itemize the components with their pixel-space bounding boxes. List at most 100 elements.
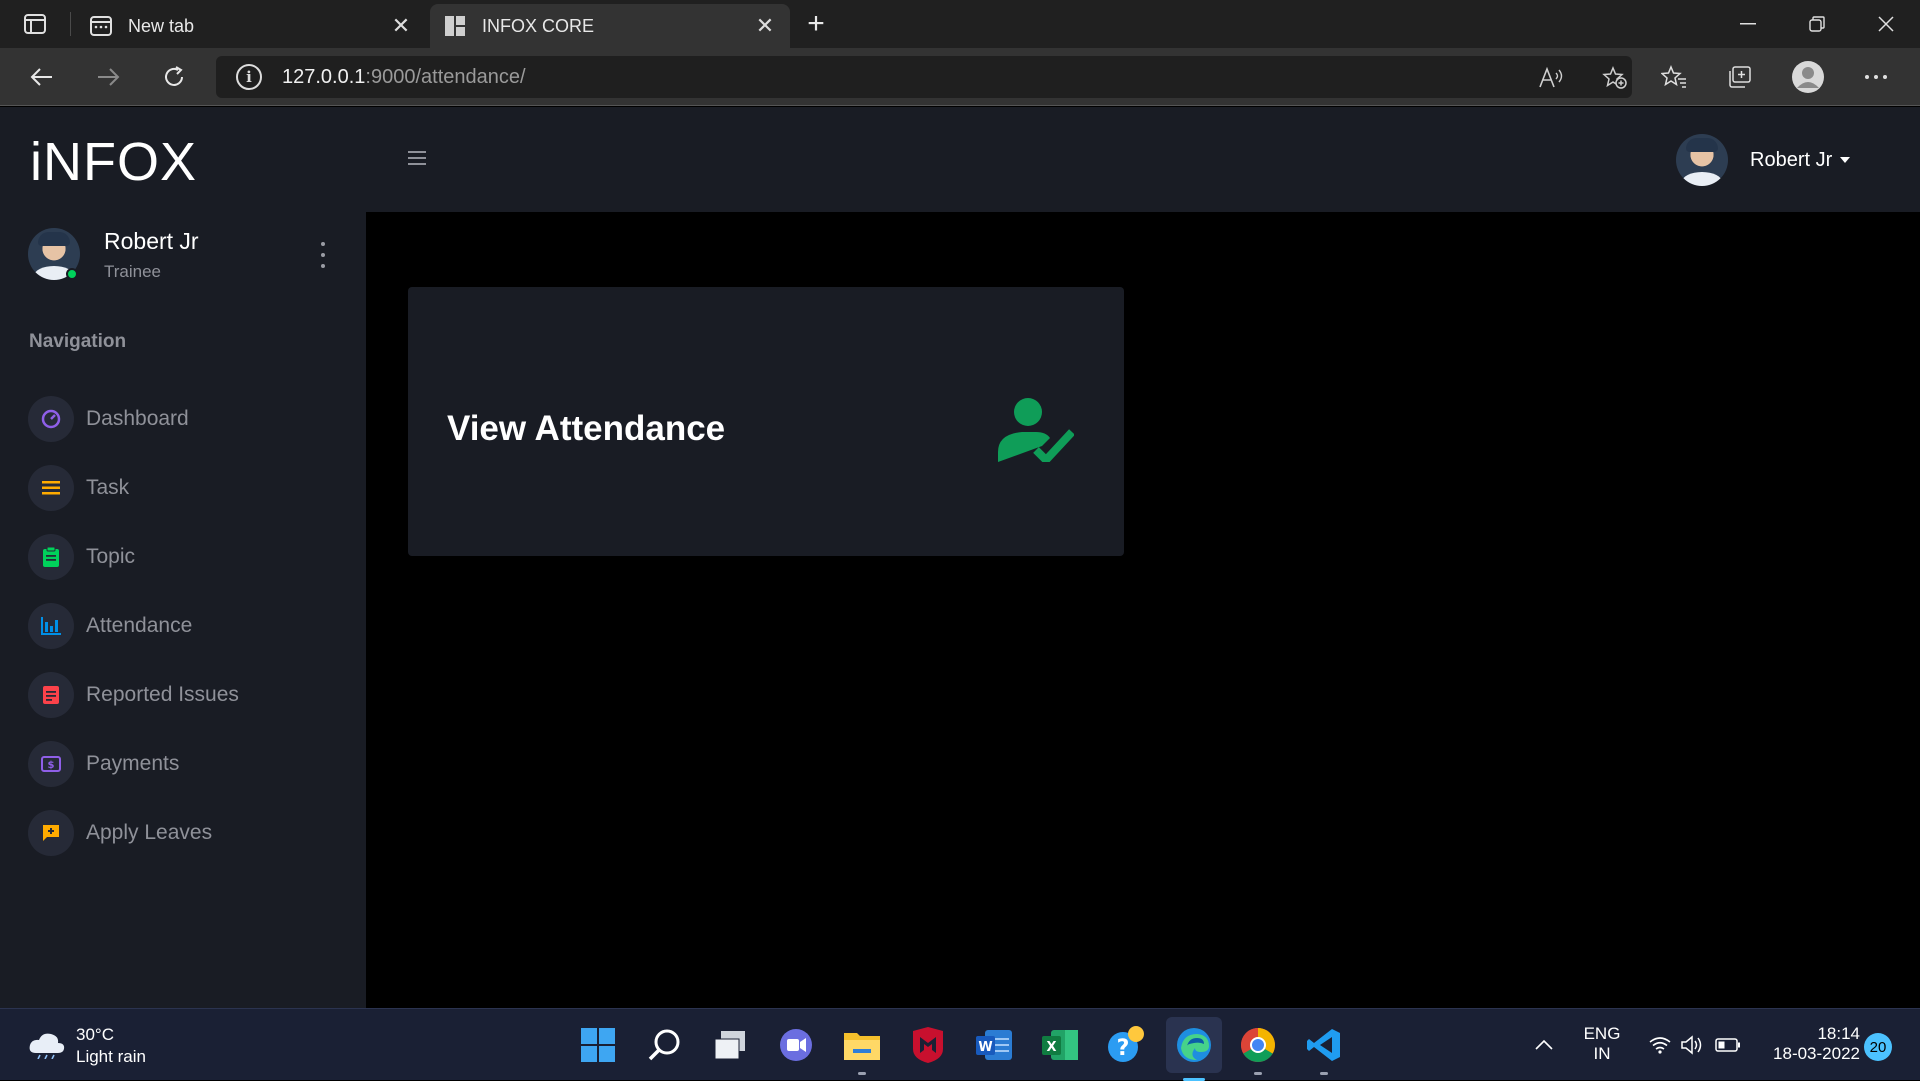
nav-header: Navigation [29, 331, 127, 352]
message-plus-icon [28, 810, 74, 856]
url-path: :9000/attendance/ [365, 65, 526, 88]
site-info-icon[interactable]: i [236, 64, 262, 90]
file-explorer-icon[interactable] [840, 1023, 884, 1075]
word-icon[interactable]: W [972, 1023, 1016, 1067]
browser-toolbar: i 127.0.0.1:9000/attendance/ [0, 48, 1920, 106]
edge-icon[interactable] [1166, 1017, 1222, 1081]
menu-toggle-icon[interactable] [408, 151, 426, 165]
language-indicator[interactable]: ENG IN [1578, 1024, 1626, 1064]
caret-down-icon [1840, 157, 1851, 163]
tab-divider [70, 12, 71, 36]
chevron-up-icon[interactable] [1522, 1023, 1566, 1067]
task-view-icon[interactable] [708, 1023, 752, 1067]
forward-icon[interactable] [90, 59, 126, 95]
more-options-icon[interactable] [1858, 59, 1894, 95]
clock[interactable]: 18:14 18-03-2022 [1756, 1024, 1860, 1064]
battery-icon[interactable] [1706, 1023, 1750, 1067]
online-status-dot [66, 268, 78, 280]
sidebar-item-label: Topic [86, 545, 136, 568]
excel-icon[interactable]: X [1038, 1023, 1082, 1067]
close-tab-icon[interactable]: ✕ [386, 11, 416, 41]
profile-name: Robert Jr [104, 228, 199, 254]
profile-icon[interactable] [1790, 59, 1826, 95]
user-dropdown[interactable]: Robert Jr [1676, 133, 1906, 187]
speedometer-icon [28, 396, 74, 442]
back-icon[interactable] [24, 59, 60, 95]
minimize-icon[interactable] [1728, 6, 1768, 42]
user-check-icon [998, 398, 1075, 466]
weather-temp: 30°C [76, 1025, 114, 1044]
note-icon [28, 672, 74, 718]
sidebar-item-label: Dashboard [86, 407, 189, 430]
card-title: View Attendance [447, 409, 726, 448]
chrome-icon[interactable] [1236, 1023, 1280, 1075]
sidebar-item-payments[interactable]: $ Payments [28, 739, 348, 789]
sidebar-item-label: Attendance [86, 614, 193, 637]
notification-badge[interactable]: 20 [1864, 1033, 1892, 1061]
tab-infox-core[interactable]: INFOX CORE ✕ [430, 4, 790, 48]
vscode-icon[interactable] [1302, 1023, 1346, 1075]
profile-menu-icon[interactable] [318, 242, 328, 268]
start-icon[interactable] [576, 1023, 620, 1067]
search-icon[interactable] [642, 1023, 686, 1067]
sidebar: iNFOX Robert Jr Trainee Navigation Dashb… [0, 107, 366, 1008]
avatar [1676, 134, 1728, 186]
svg-text:W: W [978, 1040, 992, 1055]
weather-desc: Light rain [76, 1047, 146, 1066]
svg-text:X: X [1046, 1040, 1056, 1055]
url-host: 127.0.0.1 [282, 65, 366, 88]
sidebar-item-apply-leaves[interactable]: Apply Leaves [28, 808, 348, 858]
sidebar-item-label: Payments [86, 752, 180, 775]
running-indicator [858, 1072, 866, 1075]
new-tab-button[interactable]: + [800, 7, 832, 40]
address-bar[interactable]: i 127.0.0.1:9000/attendance/ [216, 56, 1632, 98]
clock-date: 18-03-2022 [1773, 1044, 1860, 1063]
svg-text:$: $ [48, 760, 55, 771]
sidebar-item-label: Reported Issues [86, 683, 239, 706]
sidebar-item-label: Task [86, 476, 130, 499]
tab-actions-icon[interactable] [18, 11, 52, 37]
clock-time: 18:14 [1817, 1024, 1860, 1043]
collections-icon[interactable] [1722, 59, 1758, 95]
site-favicon-icon [444, 15, 466, 37]
view-attendance-card[interactable]: View Attendance [408, 287, 1124, 556]
lang-code: ENG [1583, 1024, 1621, 1043]
top-navbar: Robert Jr [366, 107, 1920, 212]
sidebar-item-label: Apply Leaves [86, 821, 213, 844]
get-help-icon[interactable]: ? [1104, 1023, 1148, 1067]
close-window-icon[interactable] [1866, 6, 1906, 42]
profile-role: Trainee [104, 262, 162, 281]
brand-logo[interactable]: iNFOX [30, 131, 197, 193]
sidebar-item-dashboard[interactable]: Dashboard [28, 394, 348, 444]
tab-title: New tab [128, 15, 195, 36]
bar-chart-icon [28, 603, 74, 649]
sidebar-item-topic[interactable]: Topic [28, 532, 348, 582]
svg-text:?: ? [1117, 1036, 1130, 1061]
weather-widget[interactable]: 30°C Light rain [28, 1023, 188, 1069]
new-tab-icon [90, 15, 112, 37]
main-content: View Attendance [366, 212, 1920, 1008]
refresh-icon[interactable] [156, 59, 192, 95]
add-favorite-icon[interactable] [1600, 66, 1630, 90]
read-aloud-icon[interactable] [1536, 66, 1566, 90]
running-indicator [1254, 1072, 1262, 1075]
top-user-name: Robert Jr [1750, 148, 1833, 171]
os-taskbar: 30°C Light rain W X ? ENG IN 18:14 18-03… [0, 1008, 1920, 1081]
sidebar-item-reported-issues[interactable]: Reported Issues [28, 670, 348, 720]
sidebar-item-attendance[interactable]: Attendance [28, 601, 348, 651]
clipboard-icon [28, 534, 74, 580]
list-icon [28, 465, 74, 511]
restore-icon[interactable] [1797, 6, 1837, 42]
tab-new-tab[interactable]: New tab ✕ [76, 4, 426, 48]
url-text: 127.0.0.1:9000/attendance/ [282, 66, 526, 89]
cloud-rain-icon [29, 1033, 65, 1059]
sidebar-item-task[interactable]: Task [28, 463, 348, 513]
favorites-icon[interactable] [1656, 59, 1692, 95]
teams-chat-icon[interactable] [774, 1023, 818, 1067]
close-tab-icon[interactable]: ✕ [750, 11, 780, 41]
mcafee-icon[interactable] [906, 1023, 950, 1067]
sidebar-profile: Robert Jr Trainee [28, 228, 338, 288]
running-indicator [1320, 1072, 1328, 1075]
browser-tab-bar: New tab ✕ INFOX CORE ✕ + [0, 0, 1920, 48]
tab-title: INFOX CORE [482, 15, 595, 36]
